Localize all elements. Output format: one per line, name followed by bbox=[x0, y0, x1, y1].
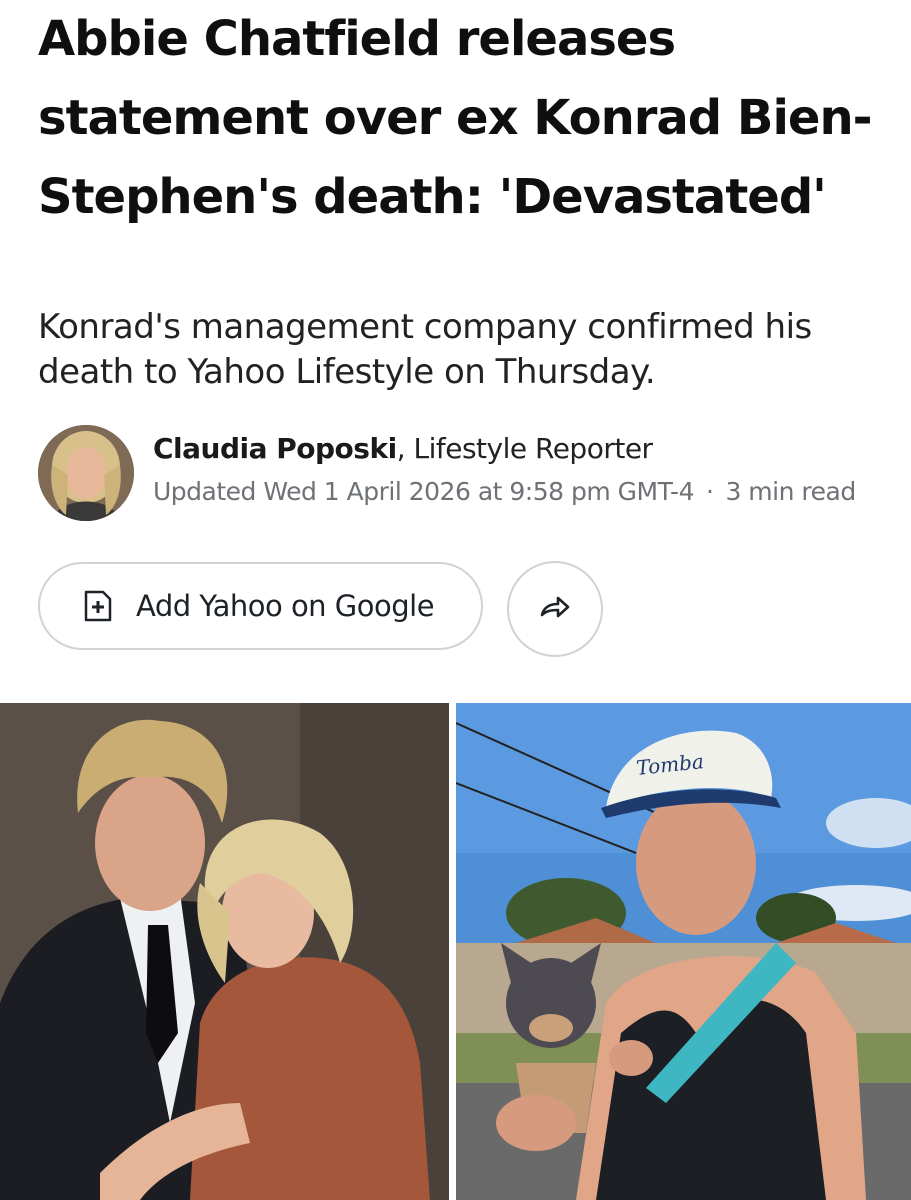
meta-separator: · bbox=[706, 477, 714, 506]
updated-timestamp: Updated Wed 1 April 2026 at 9:58 pm GMT-… bbox=[153, 477, 695, 506]
add-yahoo-on-google-label: Add Yahoo on Google bbox=[136, 589, 435, 623]
author-name[interactable]: Claudia Poposki bbox=[153, 432, 397, 465]
author-role: , Lifestyle Reporter bbox=[396, 432, 653, 465]
add-document-icon bbox=[84, 590, 112, 622]
read-time: 3 min read bbox=[725, 477, 856, 506]
photo-couple bbox=[0, 703, 449, 1200]
share-button[interactable] bbox=[507, 561, 603, 657]
article-headline: Abbie Chatfield releases statement over … bbox=[38, 11, 873, 225]
photo-man-with-puppy: Tomba bbox=[456, 703, 911, 1200]
author-avatar[interactable] bbox=[38, 425, 134, 521]
byline: Claudia Poposki, Lifestyle Reporter bbox=[153, 432, 653, 465]
add-yahoo-on-google-button[interactable]: Add Yahoo on Google bbox=[38, 562, 483, 650]
share-arrow-icon bbox=[540, 595, 570, 624]
article-meta: Updated Wed 1 April 2026 at 9:58 pm GMT-… bbox=[153, 477, 856, 506]
author-photo bbox=[38, 425, 134, 521]
article-subheadline: Konrad's management company confirmed hi… bbox=[38, 307, 812, 392]
